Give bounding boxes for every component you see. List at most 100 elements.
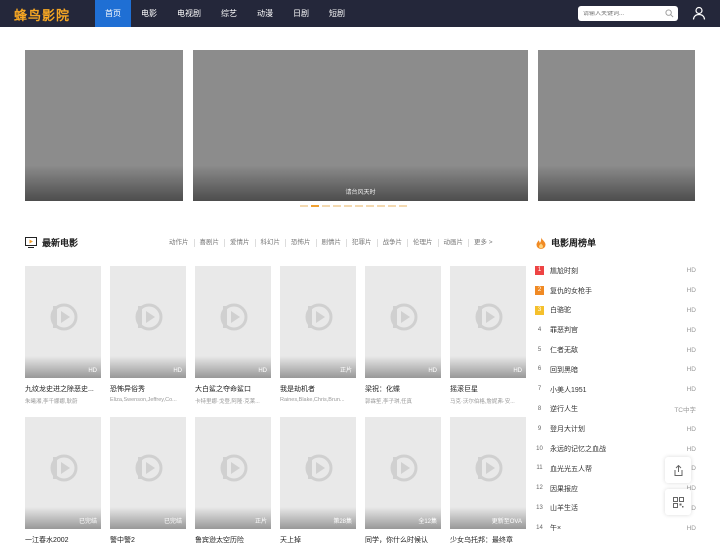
ranking-item[interactable]: 2 复仇的女枪手 HD	[535, 281, 696, 301]
carousel-dot[interactable]	[333, 205, 341, 207]
share-button[interactable]	[665, 457, 691, 483]
rank-title[interactable]: 永远的记忆之血战	[550, 444, 606, 454]
carousel-dot[interactable]	[322, 205, 330, 207]
movie-poster[interactable]: 第28集	[280, 417, 356, 529]
rank-title[interactable]: 罪恶判官	[550, 325, 578, 335]
rank-title[interactable]: 因果报应	[550, 484, 578, 494]
category-scifi[interactable]: 科幻片	[256, 239, 286, 247]
ranking-item[interactable]: 10 永远的记忆之血战 HD	[535, 439, 696, 459]
ranking-item[interactable]: 1 尴尬时刻 HD	[535, 261, 696, 281]
banner-slide-next[interactable]	[538, 50, 695, 201]
user-icon[interactable]	[692, 6, 706, 20]
rank-title[interactable]: 小美人1951	[550, 385, 587, 395]
carousel-dot[interactable]	[355, 205, 363, 207]
nav-jdrama[interactable]: 日剧	[283, 0, 319, 27]
ranking-item[interactable]: 4 罪恶判官 HD	[535, 320, 696, 340]
category-war[interactable]: 战争片	[378, 239, 408, 247]
movie-title[interactable]: 天上掉	[280, 535, 356, 545]
qrcode-button[interactable]	[665, 489, 691, 515]
movie-card[interactable]: 第28集天上掉	[280, 417, 356, 548]
nav-tv[interactable]: 电视剧	[167, 0, 211, 27]
rank-title[interactable]: 白骆驼	[550, 305, 571, 315]
nav-variety[interactable]: 综艺	[211, 0, 247, 27]
ranking-item[interactable]: 5 仁者无敌 HD	[535, 340, 696, 360]
category-romance[interactable]: 爱情片	[225, 239, 256, 247]
nav-home[interactable]: 首页	[95, 0, 131, 27]
category-drama[interactable]: 剧情片	[317, 239, 347, 247]
ranking-item[interactable]: 3 白骆驼 HD	[535, 301, 696, 321]
carousel-dot[interactable]	[366, 205, 374, 207]
movie-poster[interactable]: 已完结	[110, 417, 186, 529]
nav-anime[interactable]: 动漫	[247, 0, 283, 27]
ranking-item[interactable]: 14 午× HD	[535, 518, 696, 538]
nav-short[interactable]: 短剧	[319, 0, 355, 27]
carousel-dot[interactable]	[344, 205, 352, 207]
movie-poster[interactable]: 正片	[280, 266, 356, 378]
movie-poster[interactable]: 正片	[195, 417, 271, 529]
movie-card[interactable]: HD 九纹龙史进之除恶史... 朱曦湘,李千娜娜,耿蔚	[25, 266, 101, 405]
movie-poster[interactable]: 更新至OVA	[450, 417, 526, 529]
rank-title[interactable]: 仁者无敌	[550, 345, 578, 355]
ranking-item[interactable]: 7 小美人1951 HD	[535, 380, 696, 400]
movie-poster[interactable]: HD	[450, 266, 526, 378]
search-input[interactable]	[578, 10, 658, 17]
ranking-item[interactable]: 8 逆行人生 TC中字	[535, 400, 696, 420]
movie-title[interactable]: 同学，你什么时候认	[365, 535, 441, 545]
carousel-dot[interactable]	[388, 205, 396, 207]
movie-card[interactable]: HD 梁祝：化蝶 郭霖笙,李子琪,任真	[365, 266, 441, 405]
movie-card[interactable]: HD 摇滚巨星 马克·沃尔伯格,詹妮弗·安...	[450, 266, 526, 405]
movie-card[interactable]: 已完结一江春水2002	[25, 417, 101, 548]
movie-card[interactable]: HD 大白鲨之夺命鲨口 卡特里娜·戈登,阿隆·克莱...	[195, 266, 271, 405]
ranking-item[interactable]: 6 回到黑暗 HD	[535, 360, 696, 380]
movie-card[interactable]: 正片 鲁宾逊太空历险	[195, 417, 271, 548]
movie-title[interactable]: 一江春水2002	[25, 535, 101, 545]
site-logo[interactable]: 蜂鸟影院	[14, 5, 70, 24]
banner-slide-main[interactable]: 请台风天时	[193, 50, 528, 201]
rank-title[interactable]: 山羊生活	[550, 503, 578, 513]
movie-card[interactable]: 更新至OVA 少女乌托邦：最终章	[450, 417, 526, 548]
movie-title[interactable]: 少女乌托邦：最终章	[450, 535, 526, 545]
rank-title[interactable]: 血光光五人帮	[550, 464, 592, 474]
movie-title[interactable]: 大白鲨之夺命鲨口	[195, 384, 271, 394]
banner-slide-prev[interactable]	[25, 50, 183, 201]
rank-title[interactable]: 复仇的女枪手	[550, 286, 592, 296]
movie-poster[interactable]: HD	[365, 266, 441, 378]
movie-title[interactable]: 鲁宾逊太空历险	[195, 535, 271, 545]
movie-title[interactable]: 我是劫机者	[280, 384, 356, 394]
movie-poster[interactable]: HD	[195, 266, 271, 378]
movie-card[interactable]: HD 恐怖异俗秀 Eliza,Swenson,Jeffrey,Co...	[110, 266, 186, 403]
category-horror[interactable]: 恐怖片	[286, 239, 317, 247]
category-more[interactable]: 更多 >	[469, 239, 498, 247]
movie-title[interactable]: 摇滚巨星	[450, 384, 526, 394]
search-icon[interactable]	[665, 9, 674, 18]
movie-title[interactable]: 恐怖异俗秀	[110, 384, 186, 394]
rank-title[interactable]: 逆行人生	[550, 404, 578, 414]
movie-title[interactable]: 梁祝：化蝶	[365, 384, 441, 394]
nav-movies[interactable]: 电影	[131, 0, 167, 27]
carousel-dot[interactable]	[300, 205, 308, 207]
movie-poster[interactable]: HD	[25, 266, 101, 378]
movie-poster[interactable]: 已完结	[25, 417, 101, 529]
movie-card[interactable]: 正片 我是劫机者 Raines,Blake,Chris,Brun...	[280, 266, 356, 403]
carousel-dot-active[interactable]	[311, 205, 319, 207]
rank-title[interactable]: 尴尬时刻	[550, 266, 578, 276]
play-placeholder-icon	[390, 454, 418, 482]
category-action[interactable]: 动作片	[164, 239, 195, 247]
category-ethics[interactable]: 伦理片	[408, 239, 439, 247]
category-animation[interactable]: 动画片	[439, 239, 469, 247]
rank-title[interactable]: 回到黑暗	[550, 365, 578, 375]
movie-poster[interactable]: 全12集	[365, 417, 441, 529]
movie-card[interactable]: 全12集同学，你什么时候认	[365, 417, 441, 548]
movie-title[interactable]: 警中警2	[110, 535, 186, 545]
movie-title[interactable]: 九纹龙史进之除恶史...	[25, 384, 101, 394]
ranking-title: 电影周榜单	[551, 238, 597, 248]
rank-title[interactable]: 午×	[550, 523, 561, 533]
category-crime[interactable]: 犯罪片	[347, 239, 378, 247]
category-comedy[interactable]: 喜剧片	[195, 239, 225, 247]
ranking-item[interactable]: 9 登月大计划 HD	[535, 419, 696, 439]
carousel-dot[interactable]	[377, 205, 385, 207]
movie-poster[interactable]: HD	[110, 266, 186, 378]
rank-title[interactable]: 登月大计划	[550, 424, 585, 434]
movie-card[interactable]: 已完结警中警2	[110, 417, 186, 548]
carousel-dot[interactable]	[399, 205, 407, 207]
